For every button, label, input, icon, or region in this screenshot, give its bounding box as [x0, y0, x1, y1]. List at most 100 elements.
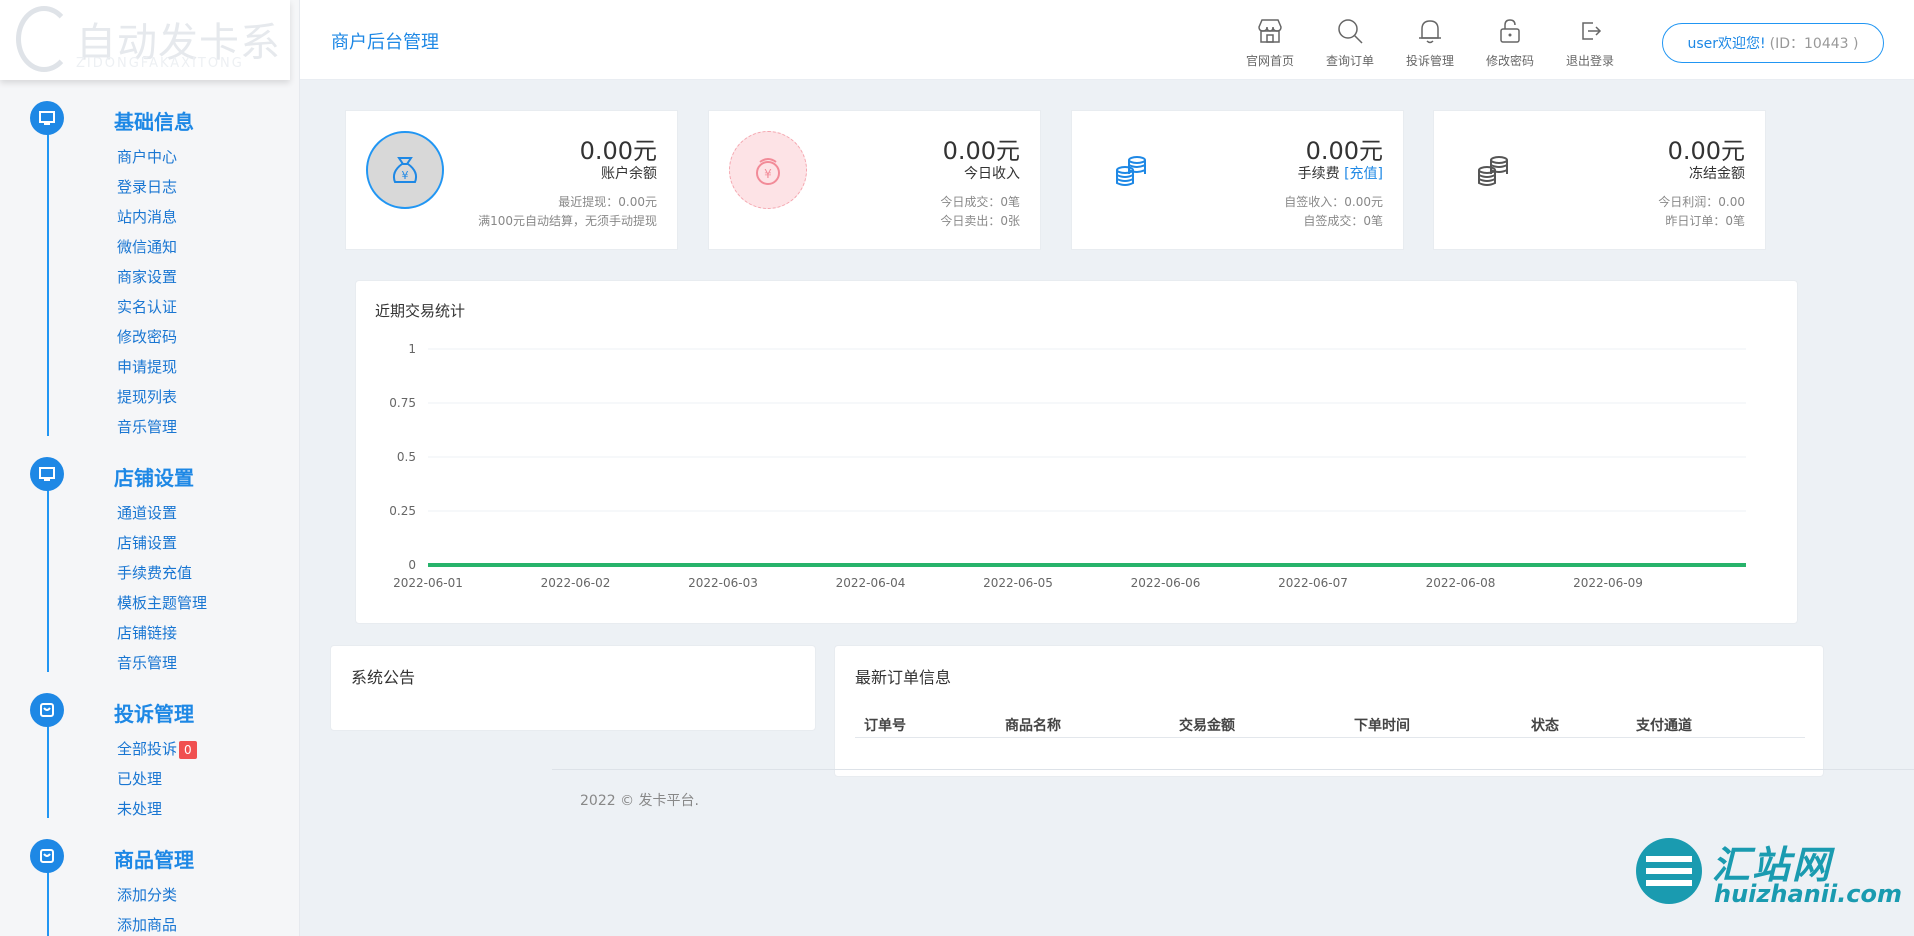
sidebar-item-messages[interactable]: 站内消息	[117, 206, 177, 227]
x-tick-label: 2022-06-01	[393, 576, 463, 590]
bag-icon	[30, 693, 64, 727]
sidebar-item-add-category[interactable]: 添加分类	[117, 884, 177, 905]
sidebar-item-merchant-settings[interactable]: 商家设置	[117, 266, 177, 287]
user-greeting: user欢迎您!	[1687, 36, 1766, 52]
stat-detail: 自签收入：0.00元	[1284, 195, 1383, 209]
logo[interactable]: 自动发卡系统 ZIDONGFAKAXITONG	[0, 0, 290, 80]
toolbar-complaints-button[interactable]: 投诉管理	[1395, 14, 1465, 69]
notice-title: 系统公告	[351, 668, 416, 687]
nav-line	[47, 474, 49, 672]
search-icon	[1315, 14, 1385, 48]
sidebar-item-verification[interactable]: 实名认证	[117, 296, 177, 317]
toolbar-label: 官网首页	[1245, 54, 1294, 68]
sidebar-item-label: 全部投诉	[117, 740, 178, 758]
toolbar-label: 退出登录	[1565, 54, 1614, 68]
notice-panel: 系统公告	[330, 645, 816, 731]
user-id: (ID：10443 )	[1769, 36, 1859, 52]
nav-group-title[interactable]: 商品管理	[114, 844, 194, 873]
stat-detail: 今日利润：0.00	[1658, 195, 1745, 209]
nav-group-title[interactable]: 店铺设置	[114, 462, 194, 491]
user-menu-button[interactable]: user欢迎您! (ID：10443 )	[1662, 23, 1884, 63]
y-tick-label: 0.75	[389, 396, 416, 410]
x-tick-label: 2022-06-07	[1278, 576, 1348, 590]
column-header: 订单号	[864, 718, 906, 734]
logo-mark-icon	[16, 6, 72, 72]
toolbar-label: 查询订单	[1325, 54, 1374, 68]
nav-group-title[interactable]: 投诉管理	[114, 698, 194, 727]
bell-icon	[1395, 14, 1465, 48]
stat-name: 手续费 [充值]	[1297, 166, 1383, 182]
sidebar-item-music[interactable]: 音乐管理	[117, 416, 177, 437]
stat-card-frozen: 0.00元 冻结金额 今日利润：0.00 昨日订单：0笔	[1433, 110, 1766, 250]
watermark-disc-icon	[1636, 838, 1702, 904]
x-tick-label: 2022-06-08	[1426, 576, 1496, 590]
page-title: 商户后台管理	[331, 32, 439, 53]
stat-name: 今日收入	[964, 166, 1020, 182]
orders-table-header: 订单号 商品名称 交易金额 下单时间 状态 支付通道	[855, 708, 1805, 738]
orders-panel: 最新订单信息 订单号 商品名称 交易金额 下单时间 状态 支付通道	[834, 645, 1824, 777]
stat-detail: 满100元自动结算，无须手动提现	[478, 214, 657, 228]
count-badge: 0	[179, 741, 197, 759]
coins-icon	[1454, 131, 1532, 209]
yen-bag-icon: ¥	[729, 131, 807, 209]
sidebar-item-shop-link[interactable]: 店铺链接	[117, 622, 177, 643]
x-tick-label: 2022-06-03	[688, 576, 758, 590]
y-tick-label: 0.25	[389, 504, 416, 518]
svg-text:¥: ¥	[402, 169, 409, 182]
toolbar-home-button[interactable]: 官网首页	[1235, 14, 1305, 69]
x-tick-label: 2022-06-04	[836, 576, 906, 590]
sidebar-item-add-product[interactable]: 添加商品	[117, 914, 177, 935]
recharge-link[interactable]: [充值]	[1344, 166, 1383, 182]
sidebar-item-themes[interactable]: 模板主题管理	[117, 592, 207, 613]
sidebar-item-unprocessed[interactable]: 未处理	[117, 798, 162, 819]
sidebar-item-login-log[interactable]: 登录日志	[117, 176, 177, 197]
stat-detail: 今日卖出：0张	[940, 214, 1020, 228]
stat-value: 0.00元	[942, 137, 1020, 165]
column-header: 下单时间	[1354, 718, 1410, 734]
sidebar-item-wechat[interactable]: 微信通知	[117, 236, 177, 257]
toolbar-logout-button[interactable]: 退出登录	[1555, 14, 1625, 69]
sidebar-item-processed[interactable]: 已处理	[117, 768, 162, 789]
toolbar-query-order-button[interactable]: 查询订单	[1315, 14, 1385, 69]
sidebar-item-merchant-center[interactable]: 商户中心	[117, 146, 177, 167]
logout-icon	[1555, 14, 1625, 48]
sidebar-item-fee-recharge[interactable]: 手续费充值	[117, 562, 192, 583]
nav-group-title[interactable]: 基础信息	[114, 106, 194, 135]
sidebar-item-music[interactable]: 音乐管理	[117, 652, 177, 673]
sidebar-item-channel[interactable]: 通道设置	[117, 502, 177, 523]
stat-detail: 最近提现：0.00元	[558, 195, 657, 209]
nav-line	[47, 118, 49, 436]
stat-name: 账户余额	[601, 166, 657, 182]
sidebar-item-shop-settings[interactable]: 店铺设置	[117, 532, 177, 553]
stat-card-fee: 0.00元 手续费 [充值] 自签收入：0.00元 自签成交：0笔	[1071, 110, 1404, 250]
stat-detail: 昨日订单：0笔	[1665, 214, 1745, 228]
footer-text: 2022 © 发卡平台.	[580, 793, 699, 809]
sidebar-item-password[interactable]: 修改密码	[117, 326, 177, 347]
x-tick-label: 2022-06-05	[983, 576, 1053, 590]
svg-text:¥: ¥	[764, 167, 772, 181]
sidebar-item-withdraw-list[interactable]: 提现列表	[117, 386, 177, 407]
y-tick-label: 0	[408, 558, 416, 572]
money-bag-icon: ¥	[366, 131, 444, 209]
sidebar-item-withdraw[interactable]: 申请提现	[117, 356, 177, 377]
chart-panel: 近期交易统计 1 0.75 0.5 0.25 0 2022-06-01 2022-06-02…	[355, 280, 1798, 624]
footer-divider	[552, 769, 1914, 770]
store-icon	[1235, 14, 1305, 48]
column-header: 交易金额	[1179, 718, 1235, 734]
watermark-en: huizhanii.com	[1714, 880, 1903, 908]
orders-title: 最新订单信息	[855, 668, 952, 687]
column-header: 商品名称	[1005, 718, 1061, 734]
stat-value: 0.00元	[1305, 137, 1383, 165]
y-tick-label: 0.5	[397, 450, 416, 464]
stat-detail: 自签成交：0笔	[1303, 214, 1383, 228]
stat-card-today-income: ¥ 0.00元 今日收入 今日成交：0笔 今日卖出：0张	[708, 110, 1041, 250]
bag-icon	[30, 839, 64, 873]
stat-value: 0.00元	[579, 137, 657, 165]
monitor-icon	[30, 101, 64, 135]
toolbar-label: 投诉管理	[1405, 54, 1454, 68]
x-tick-label: 2022-06-02	[541, 576, 611, 590]
lock-icon	[1475, 14, 1545, 48]
toolbar-label: 修改密码	[1485, 54, 1534, 68]
toolbar-change-password-button[interactable]: 修改密码	[1475, 14, 1545, 69]
sidebar-item-all-complaints[interactable]: 全部投诉 0	[117, 738, 197, 759]
